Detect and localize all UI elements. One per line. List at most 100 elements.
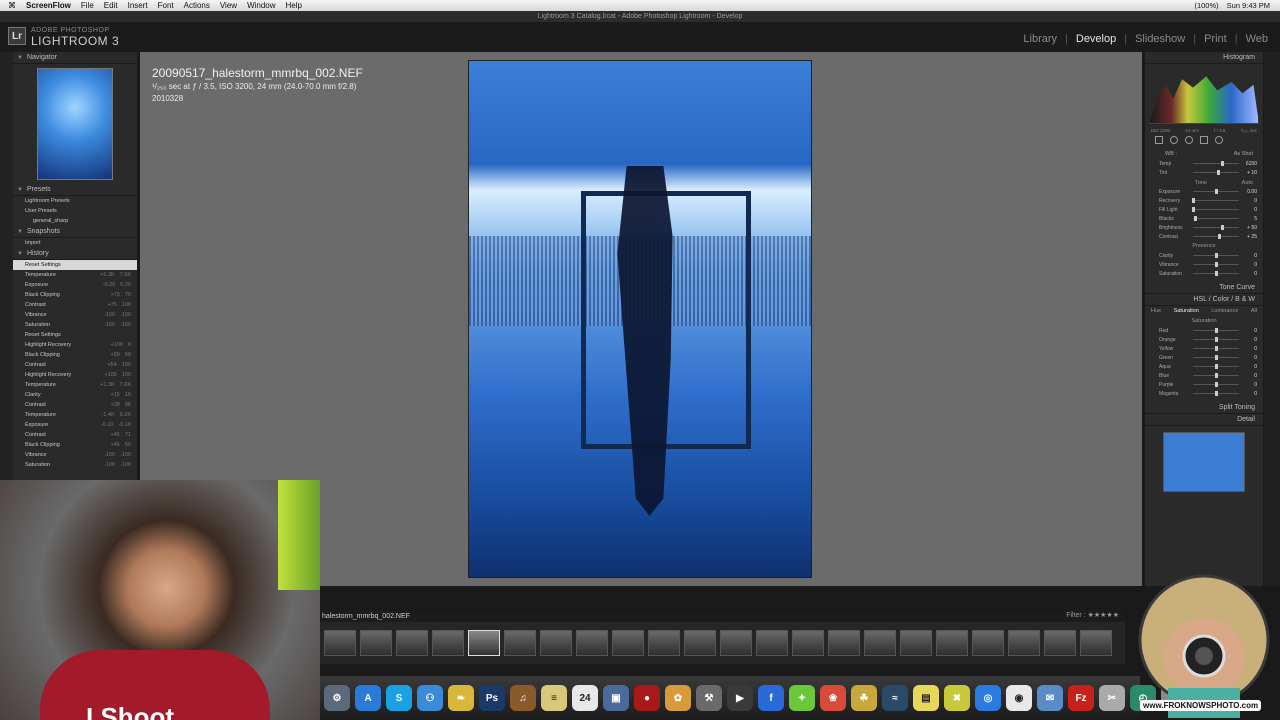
slider-track[interactable] [1193, 337, 1239, 342]
slider-track[interactable] [1193, 373, 1239, 378]
photoshop-icon[interactable]: Ps [479, 685, 505, 711]
crop-tool-icon[interactable] [1155, 136, 1163, 144]
skype-icon[interactable]: S [386, 685, 412, 711]
slider-knob[interactable] [1215, 382, 1218, 387]
slider-value[interactable]: + 25 [1243, 234, 1257, 240]
slider-track[interactable] [1193, 382, 1239, 387]
history-item[interactable]: Temperature +5.3K 7.5K [13, 270, 137, 280]
filmstrip-thumbnail[interactable] [900, 630, 932, 656]
stickies-icon[interactable]: ▤ [913, 685, 939, 711]
slider-track[interactable] [1193, 234, 1239, 239]
slider-knob[interactable] [1215, 262, 1218, 267]
filmstrip-thumbnail[interactable] [432, 630, 464, 656]
history-item[interactable]: Exposure -0.20 0.20 [13, 280, 137, 290]
menu-actions[interactable]: Actions [184, 1, 210, 10]
tone-curve-header[interactable]: Tone Curve [1145, 282, 1263, 294]
snapshot-item[interactable]: Import [13, 238, 137, 248]
slider-value[interactable]: 5 [1243, 216, 1257, 222]
calendar-icon[interactable]: 24 [572, 685, 598, 711]
filmstrip-thumbnail[interactable] [1080, 630, 1112, 656]
tab-hue[interactable]: Hue [1151, 308, 1161, 314]
guitar-icon[interactable]: ♫ [510, 685, 536, 711]
app-menu[interactable]: ScreenFlow [26, 1, 71, 10]
slider-track[interactable] [1193, 262, 1239, 267]
adjustment-brush-icon[interactable] [1215, 136, 1223, 144]
history-item[interactable]: Highlight Recovery +100 100 [13, 370, 137, 380]
film-icon[interactable]: ▶ [727, 685, 753, 711]
slider-track[interactable] [1193, 161, 1239, 166]
wb-select[interactable]: As Shot [1234, 151, 1253, 157]
menu-help[interactable]: Help [286, 1, 302, 10]
slider-track[interactable] [1193, 346, 1239, 351]
slider-value[interactable]: 0 [1243, 207, 1257, 213]
slider-value[interactable]: 0 [1243, 253, 1257, 259]
slider-knob[interactable] [1215, 391, 1218, 396]
module-library[interactable]: Library [1023, 33, 1057, 45]
slider-track[interactable] [1193, 328, 1239, 333]
presets-header[interactable]: ▼ Presets [13, 184, 137, 196]
slider-track[interactable] [1193, 271, 1239, 276]
filmstrip-thumbnail[interactable] [1044, 630, 1076, 656]
menu-file[interactable]: File [81, 1, 94, 10]
detail-header[interactable]: Detail [1145, 414, 1263, 426]
photo-booth-icon[interactable]: ● [634, 685, 660, 711]
histogram-header[interactable]: Histogram [1145, 52, 1263, 64]
slider-knob[interactable] [1215, 253, 1218, 258]
tools-icon[interactable]: ⚒ [696, 685, 722, 711]
history-item[interactable]: Black Clipping +59 59 [13, 350, 137, 360]
filmstrip-thumbnail[interactable] [648, 630, 680, 656]
filmstrip-thumbnail[interactable] [936, 630, 968, 656]
slider-track[interactable] [1193, 364, 1239, 369]
history-item[interactable]: Temperature -1.4K 6.3K [13, 410, 137, 420]
bird-icon[interactable]: ❧ [448, 685, 474, 711]
script-icon[interactable]: ✂ [1099, 685, 1125, 711]
slider-knob[interactable] [1215, 328, 1218, 333]
slider-value[interactable]: 0 [1243, 391, 1257, 397]
flickr-icon[interactable]: f [758, 685, 784, 711]
menu-edit[interactable]: Edit [104, 1, 118, 10]
slider-value[interactable]: 0 [1243, 373, 1257, 379]
history-item[interactable]: Black Clipping +45 50 [13, 440, 137, 450]
slider-knob[interactable] [1220, 225, 1224, 230]
slider-knob[interactable] [1220, 161, 1224, 166]
dvd-icon[interactable]: ◉ [1006, 685, 1032, 711]
battery-status[interactable]: (100%) [1194, 1, 1218, 10]
detail-preview[interactable] [1163, 432, 1245, 492]
history-item[interactable]: Exposure -0.10 -0.10 [13, 420, 137, 430]
filmstrip-thumbnail[interactable] [396, 630, 428, 656]
slider-knob[interactable] [1192, 207, 1195, 212]
module-develop[interactable]: Develop [1076, 33, 1116, 45]
preview-icon[interactable]: ▣ [603, 685, 629, 711]
history-item[interactable]: Clarity +15 15 [13, 390, 137, 400]
slider-value[interactable]: 0 [1243, 262, 1257, 268]
slider-value[interactable]: 0 [1243, 328, 1257, 334]
slider-track[interactable] [1193, 170, 1239, 175]
slider-track[interactable] [1193, 225, 1239, 230]
menu-insert[interactable]: Insert [128, 1, 148, 10]
filmstrip-thumbnail[interactable] [756, 630, 788, 656]
snapshots-header[interactable]: ▼ Snapshots [13, 226, 137, 238]
browser-icon[interactable]: ◎ [975, 685, 1001, 711]
history-item[interactable]: Reset Settings [13, 260, 137, 270]
history-item[interactable]: Contrast +75 100 [13, 300, 137, 310]
history-item[interactable]: Vibrance -100 -100 [13, 450, 137, 460]
slider-value[interactable]: 0 [1243, 346, 1257, 352]
preset-item[interactable]: general_sharp [13, 216, 137, 226]
puzzle-icon[interactable]: ✦ [789, 685, 815, 711]
history-header[interactable]: ▼ History [13, 248, 137, 260]
slider-knob[interactable] [1215, 337, 1218, 342]
history-item[interactable]: Saturation -100 -100 [13, 460, 137, 470]
slider-value[interactable]: 0 [1243, 364, 1257, 370]
tone-auto-button[interactable]: Auto [1242, 180, 1253, 186]
slider-value[interactable]: 6150 [1243, 161, 1257, 167]
tab-all[interactable]: All [1251, 308, 1257, 314]
slider-value[interactable]: 0.00 [1243, 189, 1257, 195]
history-item[interactable]: Reset Settings [13, 330, 137, 340]
slider-knob[interactable] [1217, 234, 1221, 239]
graduated-filter-icon[interactable] [1200, 136, 1208, 144]
slider-value[interactable]: 0 [1243, 382, 1257, 388]
module-print[interactable]: Print [1204, 33, 1227, 45]
slider-value[interactable]: + 50 [1243, 225, 1257, 231]
apple-menu-icon[interactable]: ⌘ [8, 1, 16, 10]
filmstrip-thumbnail[interactable] [576, 630, 608, 656]
